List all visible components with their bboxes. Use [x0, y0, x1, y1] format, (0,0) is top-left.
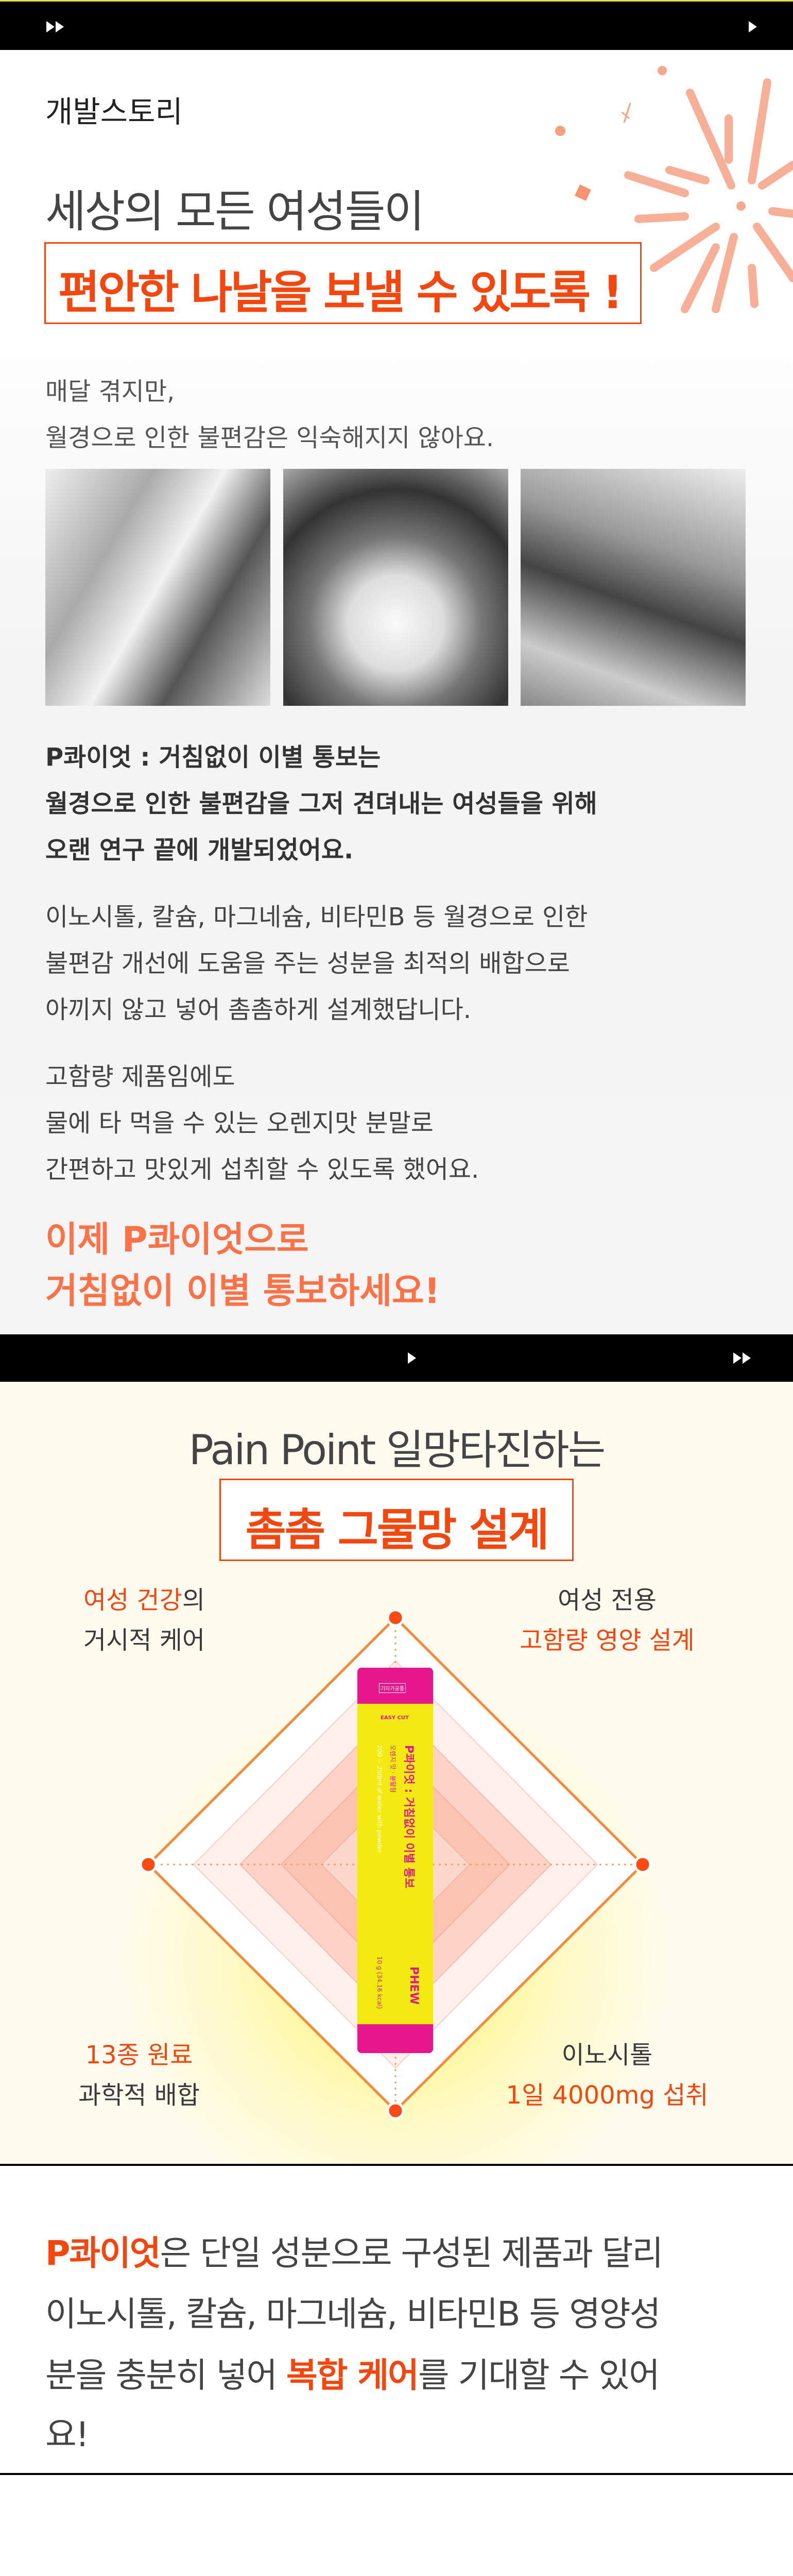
- divider: [0, 2473, 793, 2475]
- label-highlight: 고함량 영양 설계: [520, 1626, 695, 1655]
- vertex-dot: [139, 1855, 158, 1874]
- text-line: 월경으로 인한 불편감을 그저 견뎌내는 여성들을 위해: [45, 789, 597, 818]
- product-stick-image: 기타가공품 EASY CUT P콰이엇 : 거침없이 이별 통보 오렌지 맛 ·…: [357, 1668, 433, 2053]
- story-headline: 세상의 모든 여성들이: [45, 186, 425, 238]
- brand-logo: PHEW: [407, 1967, 420, 2005]
- play-icon[interactable]: [749, 21, 757, 32]
- play-icon[interactable]: [408, 1352, 416, 1364]
- pain-point-box-text: 촘촘 그물망 설계: [245, 1504, 549, 1556]
- mixing-powder-photo: [283, 469, 508, 706]
- top-nav-bar: [0, 0, 793, 50]
- text-line: 불편감 개선에 도움을 주는 성분을 최적의 배합으로: [45, 949, 570, 978]
- text-line: 이노시톨, 칼슘, 마그네슘, 비타민B 등 영양성: [45, 2294, 661, 2334]
- product-usage: 200 ~ 250ml of water with powder: [376, 1745, 383, 1853]
- headline-box: 편안한 나날을 보낼 수 있도록 !: [44, 242, 642, 324]
- label-text: 과학적 배합: [78, 2081, 200, 2110]
- top-accent-line: [0, 0, 793, 2]
- product-flavor: 오렌지 맛 · 분말형: [389, 1745, 396, 1793]
- label-highlight: 13종 원료: [85, 2041, 193, 2070]
- text-line: P콰이엇 : 거침없이 이별 통보는: [45, 743, 381, 772]
- intro-line: 매달 겪지만,: [45, 377, 175, 406]
- vertex-dot: [386, 1608, 405, 1627]
- text-line: 분을 충분히 넣어: [45, 2355, 286, 2395]
- section-label: 개발스토리: [45, 94, 183, 129]
- intro-line: 월경으로 인한 불편감은 익숙해지지 않아요.: [45, 423, 494, 452]
- label-text: 여성 전용: [558, 1586, 657, 1615]
- text-line: 거침없이 이별 통보하세요!: [45, 1271, 440, 1312]
- text-line: 를 기대할 수 있어: [418, 2355, 660, 2395]
- headline-box-text: 편안한 나날을 보낼 수 있도록 !: [58, 266, 623, 319]
- text-line: 은 단일 성분으로 구성된 제품과 달리: [160, 2233, 664, 2273]
- text-line: 고함량 제품임에도: [45, 1062, 235, 1091]
- label-text: 거시적 케어: [83, 1626, 205, 1655]
- label-text: 이노시톨: [561, 2041, 653, 2070]
- text-line: 이노시톨, 칼슘, 마그네슘, 비타민B 등 월경으로 인한: [45, 903, 588, 931]
- pain-point-title: Pain Point 일망타진하는: [188, 1426, 606, 1474]
- label-top-right: 여성 전용 고함량 영양 설계: [463, 1580, 751, 1660]
- text-line: 아끼지 않고 넣어 촘촘하게 설계했답니다.: [45, 995, 472, 1024]
- text-line: 이제 P콰이엇으로: [45, 1219, 309, 1260]
- label-top-left: 여성 건강의 거시적 케어: [0, 1580, 288, 1660]
- text-line: 오랜 연구 끝에 개발되었어요.: [45, 836, 354, 865]
- label-highlight: 여성 건강: [83, 1586, 182, 1615]
- label-bottom-left: 13종 원료 과학적 배합: [0, 2035, 283, 2115]
- label-bottom-right: 이노시톨 1일 4000mg 섭취: [463, 2035, 751, 2115]
- product-tag: 기타가공품: [379, 1683, 406, 1693]
- mid-nav-bar: [0, 1334, 793, 1382]
- text-highlight: 복합 케어: [286, 2355, 419, 2395]
- vertex-dot: [386, 2102, 405, 2120]
- pain-point-box: 촘촘 그물망 설계: [219, 1479, 574, 1561]
- lab-overhead-photo: [521, 469, 746, 706]
- product-weight: 10 g (34.16 kcal): [376, 1956, 383, 2009]
- label-highlight: 1일 4000mg 섭취: [506, 2081, 709, 2110]
- product-name: P콰이엇 : 거침없이 이별 통보: [402, 1745, 415, 1889]
- vertex-dot: [633, 1855, 652, 1874]
- text-line: 간편하고 맛있게 섭취할 수 있도록 했어요.: [45, 1155, 479, 1184]
- text-highlight: P콰이엇: [45, 2233, 161, 2273]
- lab-researchers-photo: [45, 469, 270, 706]
- label-text: 의: [182, 1586, 205, 1615]
- easy-cut-label: EASY CUT: [381, 1715, 409, 1721]
- text-line: 물에 타 먹을 수 있는 오렌지맛 분말로: [45, 1109, 434, 1138]
- text-line: 요!: [45, 2415, 89, 2454]
